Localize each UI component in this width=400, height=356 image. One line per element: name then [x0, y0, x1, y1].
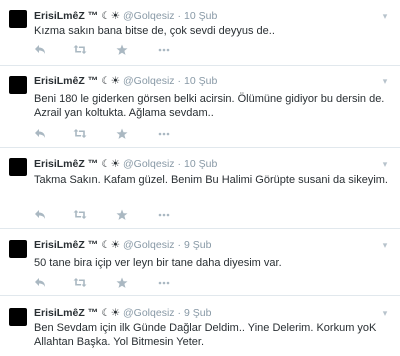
- tweet-header: ErisiLmêZ ™ ☾☀ @Golqesiz · 10 Şub: [34, 157, 217, 171]
- tweet-text: Takma Sakın. Kafam güzel. Benim Bu Halim…: [34, 174, 388, 186]
- separator-dot: ·: [177, 10, 182, 22]
- separator-dot: ·: [177, 307, 182, 319]
- timestamp[interactable]: 10 Şub: [184, 158, 217, 170]
- more-dots-icon[interactable]: [158, 128, 172, 140]
- tweet-header: ErisiLmêZ ™ ☾☀ @Golqesiz · 10 Şub: [34, 74, 217, 88]
- tweet-text: Ben Sevdam için ilk Günde Dağlar Deldim.…: [34, 322, 377, 348]
- chevron-down-icon[interactable]: ▾: [380, 76, 390, 86]
- star-icon[interactable]: [116, 277, 130, 289]
- name-symbols: ☾☀: [101, 158, 121, 170]
- star-icon[interactable]: [116, 44, 130, 56]
- more-dots-icon[interactable]: [158, 277, 172, 289]
- timestamp[interactable]: 10 Şub: [184, 75, 217, 87]
- star-icon[interactable]: [116, 209, 130, 221]
- name-symbols: ☾☀: [101, 10, 121, 22]
- timestamp[interactable]: 9 Şub: [184, 307, 211, 319]
- tweet-header: ErisiLmêZ ™ ☾☀ @Golqesiz · 9 Şub: [34, 238, 211, 252]
- username[interactable]: @Golqesiz: [123, 10, 175, 22]
- separator-dot: ·: [177, 75, 182, 87]
- tweet[interactable]: ErisiLmêZ ™ ☾☀ @Golqesiz · 9 Şub ▾ Ben Sevda…: [0, 296, 400, 356]
- chevron-down-icon[interactable]: ▾: [380, 240, 390, 250]
- tweet-header: ErisiLmêZ ™ ☾☀ @Golqesiz · 9 Şub: [34, 306, 211, 320]
- avatar[interactable]: [9, 76, 27, 94]
- name-symbols: ☾☀: [101, 75, 121, 87]
- retweet-icon[interactable]: [73, 128, 87, 139]
- tweet[interactable]: ErisiLmêZ ™ ☾☀ @Golqesiz · 10 Şub ▾ Takma Sa…: [0, 148, 400, 229]
- username[interactable]: @Golqesiz: [123, 158, 175, 170]
- retweet-icon[interactable]: [73, 277, 87, 288]
- more-dots-icon[interactable]: [158, 44, 172, 56]
- tweet-text: Beni 180 le giderken görsen belki acirsi…: [34, 93, 385, 119]
- retweet-icon[interactable]: [73, 209, 87, 220]
- star-icon[interactable]: [116, 128, 130, 140]
- tweet-text: 50 tane bira içip ver leyn bir tane daha…: [34, 257, 282, 269]
- avatar[interactable]: [9, 308, 27, 326]
- display-name[interactable]: ErisiLmêZ ™: [34, 158, 98, 170]
- username[interactable]: @Golqesiz: [123, 239, 175, 251]
- display-name[interactable]: ErisiLmêZ ™: [34, 75, 98, 87]
- tweet-text: Kızma sakın bana bitse de, çok sevdi dey…: [34, 25, 275, 37]
- display-name[interactable]: ErisiLmêZ ™: [34, 10, 98, 22]
- reply-icon[interactable]: [34, 44, 48, 55]
- separator-dot: ·: [177, 158, 182, 170]
- tweet-header: ErisiLmêZ ™ ☾☀ @Golqesiz · 10 Şub: [34, 9, 217, 23]
- chevron-down-icon[interactable]: ▾: [380, 11, 390, 21]
- reply-icon[interactable]: [34, 209, 48, 220]
- chevron-down-icon[interactable]: ▾: [380, 308, 390, 318]
- retweet-icon[interactable]: [73, 44, 87, 55]
- timestamp[interactable]: 9 Şub: [184, 239, 211, 251]
- avatar[interactable]: [9, 240, 27, 258]
- name-symbols: ☾☀: [101, 239, 121, 251]
- tweet[interactable]: ErisiLmêZ ™ ☾☀ @Golqesiz · 10 Şub ▾ Beni 180…: [0, 66, 400, 148]
- tweet[interactable]: ErisiLmêZ ™ ☾☀ @Golqesiz · 9 Şub ▾ 50 tane b…: [0, 229, 400, 296]
- username[interactable]: @Golqesiz: [123, 75, 175, 87]
- name-symbols: ☾☀: [101, 307, 121, 319]
- tweet-timeline: ErisiLmêZ ™ ☾☀ @Golqesiz · 10 Şub ▾ Kızma sa…: [0, 0, 400, 356]
- tweet[interactable]: ErisiLmêZ ™ ☾☀ @Golqesiz · 10 Şub ▾ Kızma sa…: [0, 0, 400, 66]
- avatar[interactable]: [9, 10, 27, 28]
- reply-icon[interactable]: [34, 277, 48, 288]
- display-name[interactable]: ErisiLmêZ ™: [34, 307, 98, 319]
- username[interactable]: @Golqesiz: [123, 307, 175, 319]
- more-dots-icon[interactable]: [158, 209, 172, 221]
- separator-dot: ·: [177, 239, 182, 251]
- timestamp[interactable]: 10 Şub: [184, 10, 217, 22]
- reply-icon[interactable]: [34, 128, 48, 139]
- chevron-down-icon[interactable]: ▾: [380, 159, 390, 169]
- avatar[interactable]: [9, 158, 27, 176]
- display-name[interactable]: ErisiLmêZ ™: [34, 239, 98, 251]
